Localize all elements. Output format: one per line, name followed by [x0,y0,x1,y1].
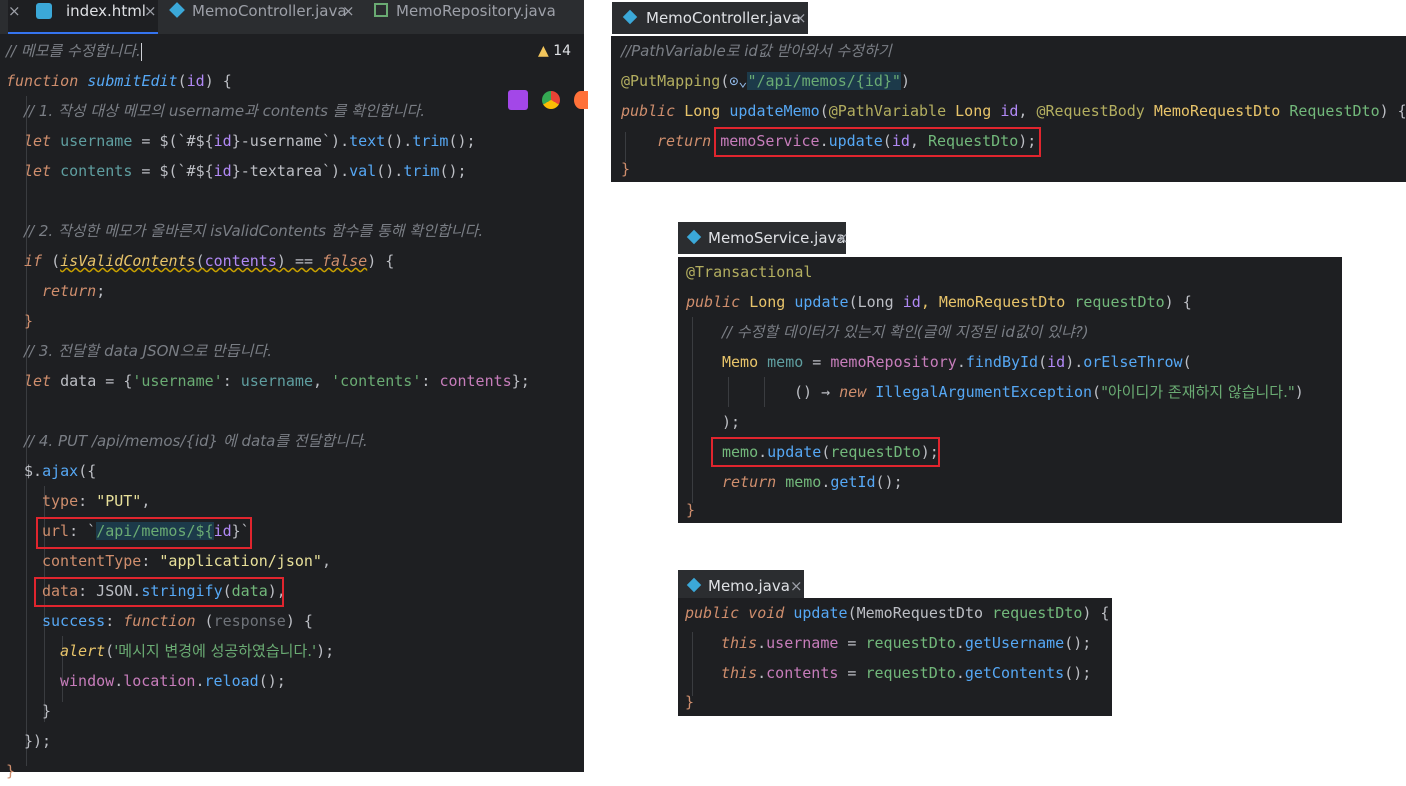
close-icon[interactable]: × [342,0,355,22]
highlight-url-line [36,517,252,549]
close-icon[interactable]: × [836,222,849,254]
code-line: return; [42,282,106,300]
indent-guide [764,377,765,407]
tab-label: MemoService.java [708,229,846,247]
code-line: success: function (response) { [42,612,313,630]
tab-label: MemoController.java [192,2,347,20]
highlight-data-line [34,577,284,607]
highlight-memo-update [711,437,940,467]
tab-index-html[interactable]: × index.html × [8,0,158,34]
code-line: () → new IllegalArgumentException("아이디가 … [794,383,1304,401]
code-line: if (isValidContents(contents) == false) … [24,252,395,270]
code-line: // 수정할 데이터가 있는지 확인(글에 지정된 id값이 있냐?) [722,323,1089,341]
interface-icon [374,3,388,17]
tab-label: MemoRepository.java [396,2,556,20]
code-line: type: "PUT", [42,492,151,510]
code-line: } [6,762,16,780]
memo-code-panel[interactable]: public void update(MemoRequestDto reques… [678,598,1112,716]
comment: // 메모를 수정합니다. [6,42,141,60]
indent-guide [692,317,693,503]
code-line: this.username = requestDto.getUsername()… [721,634,1092,652]
indent-guide [728,377,729,407]
code-line: // 메모를 수정합니다. [6,36,142,66]
code-line: //PathVariable로 id값 받아와서 수정하기 [621,42,892,60]
tab-memo-controller-java[interactable]: MemoController.java × [612,2,808,34]
java-class-icon [686,229,702,245]
code-line: let data = {'username': username, 'conte… [24,372,530,390]
code-line: } [621,160,631,178]
tab-memo-controller[interactable]: MemoController.java × [168,0,368,34]
code-line: // 3. 전달할 data JSON으로 만듭니다. [24,342,272,360]
controller-code-panel[interactable]: //PathVariable로 id값 받아와서 수정하기 @PutMappin… [611,36,1406,182]
indent-guide [692,632,693,696]
java-class-icon [686,577,702,593]
code-line: public Long update(Long id, MemoRequestD… [686,293,1192,311]
close-icon[interactable]: × [144,0,157,22]
code-line: function submitEdit(id) { [6,72,232,90]
service-code-panel[interactable]: @Transactional public Long update(Long i… [678,257,1342,523]
code-line: // 4. PUT /api/memos/{id} 에 data를 전달합니다. [24,432,368,450]
code-line: this.contents = requestDto.getContents()… [721,664,1092,682]
highlight-service-call [714,127,1041,157]
tab-label: MemoController.java [646,9,801,27]
text-cursor [140,42,142,61]
code-line: let username = $(`#${id}-username`).text… [24,132,476,150]
code-line: return memo.getId(); [722,473,903,491]
tab-memo-repository[interactable]: MemoRepository.java [372,0,582,34]
code-line: } [685,693,695,711]
globe-icon[interactable]: ⊙⌄ [729,72,747,90]
code-line: } [42,702,52,720]
code-line: alert('메시지 변경에 성공하였습니다.'); [60,642,335,660]
editor-tab-bar: × index.html × MemoController.java × Mem… [0,0,584,34]
java-class-icon [169,2,185,18]
code-line: @Transactional [686,263,813,281]
code-line: let contents = $(`#${id}-textarea`).val(… [24,162,467,180]
left-editor: × index.html × MemoController.java × Mem… [0,0,588,780]
code-area[interactable]: // 메모를 수정합니다. function submitEdit(id) { … [0,36,584,780]
tab-memo-service-java[interactable]: MemoService.java × [678,222,849,254]
code-line: ); [722,413,741,431]
code-line: Memo memo = memoRepository.findById(id).… [722,353,1192,371]
code-line: contentType: "application/json", [42,552,331,570]
close-icon[interactable]: × [8,0,21,22]
code-line: } [24,312,34,330]
close-icon[interactable]: × [794,2,807,34]
java-class-icon [622,9,638,25]
code-line: } [686,501,696,519]
tab-label: index.html [66,2,146,20]
code-line: }); [24,732,52,750]
code-line: // 2. 작성한 메모가 올바른지 isValidContents 함수를 통… [24,222,484,240]
code-line: public void update(MemoRequestDto reques… [685,604,1110,622]
code-line: window.location.reload(); [60,672,286,690]
code-line: // 1. 작성 대상 메모의 username과 contents 를 확인합… [24,102,426,120]
code-line: $.ajax({ [24,462,97,480]
code-line: @PutMapping(⊙⌄"/api/memos/{id}") [621,72,910,90]
html-file-icon [36,3,52,19]
code-line: public Long updateMemo(@PathVariable Lon… [621,102,1406,120]
